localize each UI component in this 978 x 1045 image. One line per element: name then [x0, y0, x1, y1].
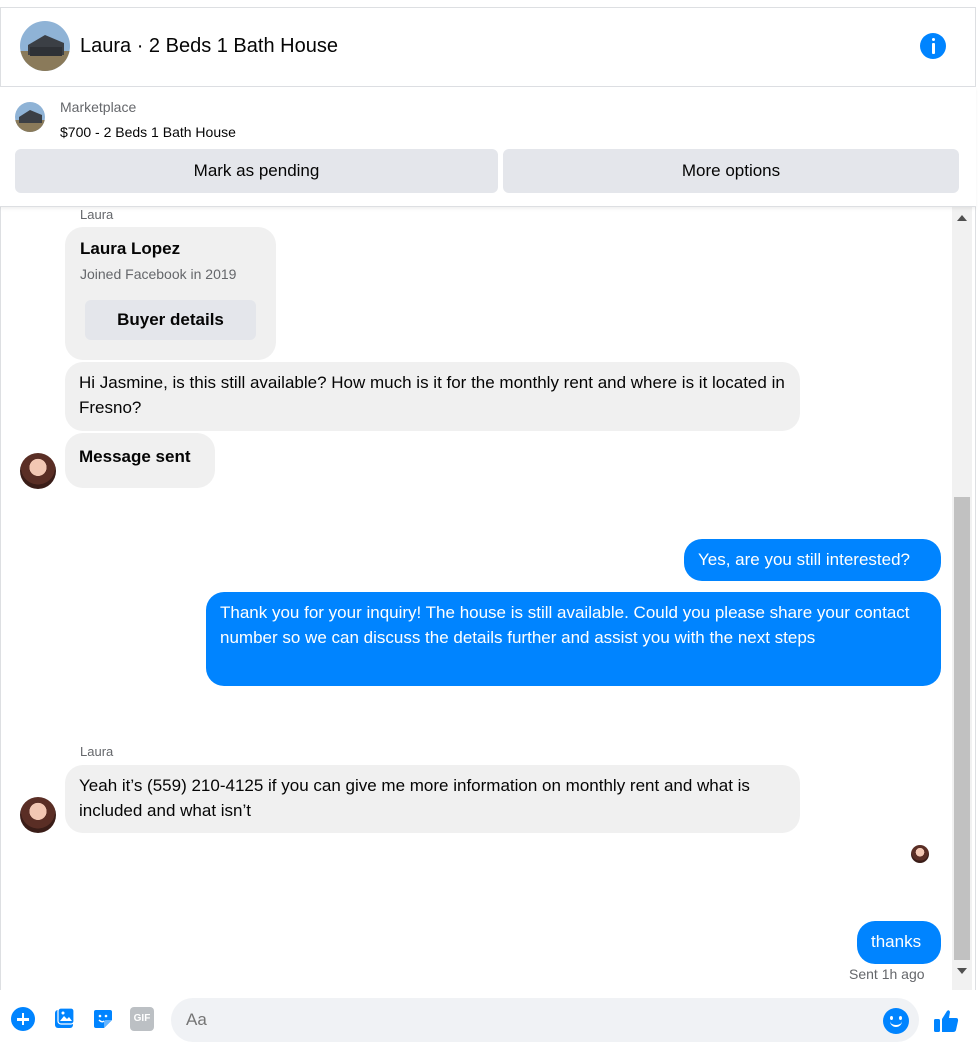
message-input[interactable]: [171, 998, 919, 1042]
message-outgoing: Thank you for your inquiry! The house is…: [206, 592, 941, 686]
sender-avatar[interactable]: [20, 797, 56, 833]
listing-thumbnail[interactable]: [15, 102, 45, 132]
image-icon[interactable]: [52, 1007, 76, 1031]
message-thread[interactable]: Laura Laura Lopez Joined Facebook in 201…: [0, 207, 952, 990]
message-outgoing: Yes, are you still interested?: [684, 539, 941, 581]
sender-name: Laura: [80, 207, 114, 222]
marketplace-listing-bar: Marketplace $700 - 2 Beds 1 Bath House M…: [0, 87, 976, 207]
sticker-icon[interactable]: [91, 1007, 115, 1031]
marketplace-label: Marketplace: [60, 99, 137, 115]
info-icon[interactable]: [920, 33, 946, 59]
listing-title[interactable]: $700 - 2 Beds 1 Bath House: [60, 124, 236, 140]
more-options-button[interactable]: More options: [503, 149, 959, 193]
like-icon[interactable]: [932, 1007, 960, 1035]
message-outgoing: thanks: [857, 921, 941, 964]
buyer-profile-card: Laura Lopez Joined Facebook in 2019 Buye…: [65, 227, 276, 360]
buyer-name: Laura Lopez: [80, 239, 181, 258]
scrollbar-thumb[interactable]: [954, 497, 970, 960]
message-composer: GIF: [0, 990, 976, 1045]
conversation-title: Laura · 2 Beds 1 Bath House: [80, 35, 338, 57]
gif-icon[interactable]: GIF: [130, 1007, 154, 1031]
listing-avatar[interactable]: [20, 21, 70, 71]
read-receipt-avatar: [911, 845, 929, 863]
sender-avatar[interactable]: [20, 453, 56, 489]
message-incoming: Hi Jasmine, is this still available? How…: [65, 362, 800, 431]
emoji-icon[interactable]: [883, 1008, 909, 1034]
plus-icon[interactable]: [11, 1007, 35, 1031]
scroll-up-arrow-icon[interactable]: [957, 215, 967, 221]
scroll-down-arrow-icon[interactable]: [957, 968, 967, 974]
sender-name: Laura: [80, 744, 114, 759]
mark-as-pending-button[interactable]: Mark as pending: [15, 149, 498, 193]
buyer-joined: Joined Facebook in 2019: [80, 266, 237, 282]
conversation-header: Laura · 2 Beds 1 Bath House: [0, 7, 976, 87]
sent-status: Sent 1h ago: [849, 966, 925, 982]
message-incoming: Yeah it’s (559) 210-4125 if you can give…: [65, 765, 800, 833]
message-incoming: Message sent: [65, 433, 215, 488]
buyer-details-button[interactable]: Buyer details: [85, 300, 256, 340]
